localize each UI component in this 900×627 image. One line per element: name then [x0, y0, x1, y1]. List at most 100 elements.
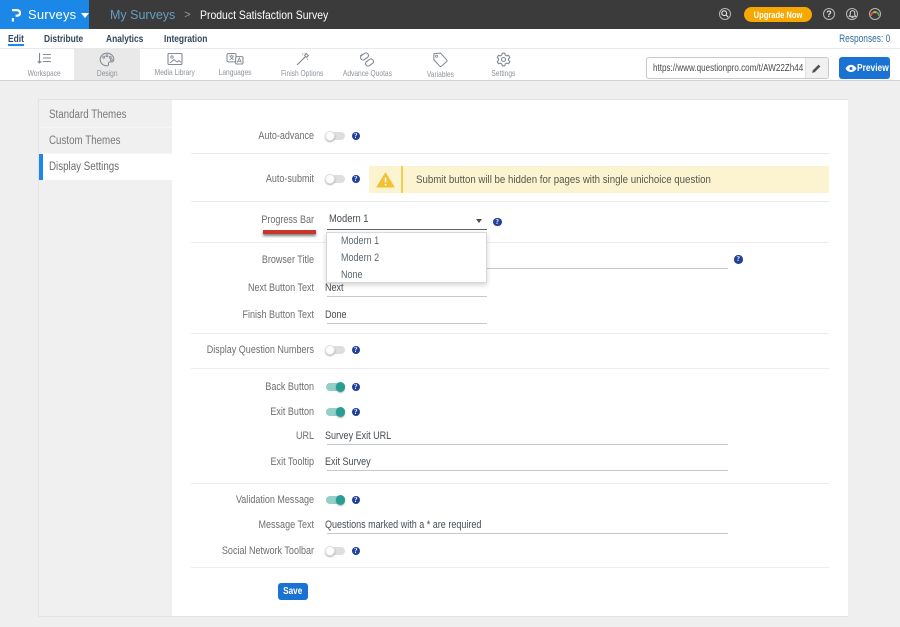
save-button-label: Save: [283, 586, 302, 597]
survey-url-field[interactable]: https://www.questionpro.com/t/AW22Zh44: [646, 57, 829, 79]
design-sidebar: Standard Themes Custom Themes Display Se…: [39, 100, 172, 616]
toolbar-item-finish-options[interactable]: Finish Options: [269, 49, 335, 80]
preview-button[interactable]: Preview: [839, 57, 890, 79]
responses-count[interactable]: Responses: 0: [839, 29, 890, 49]
module-nav: Edit Distribute Analytics Integration Re…: [0, 29, 900, 49]
sidebar-item-display-settings[interactable]: Display Settings: [39, 154, 172, 180]
search-button[interactable]: [719, 8, 731, 20]
toolbar-item-label: Advance Quotas: [342, 68, 391, 78]
input-underline: [327, 323, 487, 324]
design-toolbar: Workspace Design Media Library Languages: [0, 49, 900, 81]
back-button-toggle[interactable]: [325, 381, 346, 393]
progress-bar-value: Modern 1: [329, 213, 369, 225]
auto-submit-toggle[interactable]: [325, 173, 346, 185]
social-network-toolbar-label: Social Network Toolbar: [198, 541, 314, 561]
finish-button-text-input[interactable]: Done: [325, 305, 351, 325]
warning-divider: [401, 166, 403, 193]
help-button[interactable]: ?: [823, 8, 835, 20]
questionpro-logo-icon: [11, 8, 21, 22]
back-button-help-icon[interactable]: ?: [352, 383, 361, 392]
toolbar-item-label: Variables: [426, 69, 453, 79]
toolbar-item-label: Settings: [491, 68, 515, 78]
toolbar-item-advance-quotas[interactable]: Advance Quotas: [334, 49, 400, 80]
separator: [191, 242, 829, 243]
breadcrumb-separator-icon: >: [184, 9, 190, 21]
menu-option-modern-1[interactable]: Modern 1: [327, 233, 486, 250]
social-network-toolbar-toggle[interactable]: [325, 545, 346, 557]
page-title: Product Satisfaction Survey: [200, 8, 328, 22]
message-text-input[interactable]: Questions marked with a * are required: [325, 515, 516, 535]
social-network-toolbar-row: Social Network Toolbar ?: [172, 541, 848, 561]
exit-button-label: Exit Button: [198, 402, 314, 422]
progress-bar-label: Progress Bar: [198, 210, 314, 230]
display-settings-card: Standard Themes Custom Themes Display Se…: [38, 99, 848, 617]
sidebar-item-custom-themes[interactable]: Custom Themes: [39, 128, 172, 154]
toolbar-item-variables[interactable]: Variables: [407, 49, 473, 80]
product-caret-icon: [81, 13, 89, 18]
toolbar-item-label: Languages: [219, 67, 252, 77]
account-gauge-avatar[interactable]: [869, 8, 881, 20]
languages-icon: [226, 52, 244, 66]
auto-advance-row: Auto-advance ?: [172, 126, 848, 146]
input-underline: [327, 444, 728, 445]
browser-title-help-icon[interactable]: ?: [734, 255, 743, 264]
advance-quotas-icon: [359, 52, 375, 67]
save-button[interactable]: Save: [278, 583, 308, 600]
display-question-numbers-row: Display Question Numbers ?: [172, 340, 848, 360]
separator: [191, 153, 829, 154]
exit-button-help-icon[interactable]: ?: [352, 408, 361, 417]
separator: [191, 201, 829, 202]
validation-message-help-icon[interactable]: ?: [352, 496, 361, 505]
product-switcher-label: Surveys: [28, 7, 76, 22]
tab-edit[interactable]: Edit: [8, 29, 24, 49]
auto-advance-label: Auto-advance: [198, 126, 314, 146]
menu-option-modern-2[interactable]: Modern 2: [327, 250, 486, 267]
display-settings-panel: Auto-advance ? Auto-submit ?: [172, 100, 848, 616]
url-input[interactable]: Survey Exit URL: [325, 426, 406, 446]
finish-button-text-label: Finish Button Text: [198, 305, 314, 325]
edit-url-pencil-icon[interactable]: [811, 63, 822, 74]
tab-analytics[interactable]: Analytics: [106, 29, 143, 49]
tab-distribute[interactable]: Distribute: [44, 29, 83, 49]
validation-message-row: Validation Message ?: [172, 490, 848, 510]
toolbar-item-settings[interactable]: Settings: [470, 49, 536, 80]
notifications-button[interactable]: [846, 8, 858, 20]
toggle-knob: [336, 382, 346, 392]
browser-title-label: Browser Title: [198, 250, 314, 270]
menu-option-none[interactable]: None: [327, 267, 486, 284]
survey-url-value: https://www.questionpro.com/t/AW22Zh44: [653, 62, 803, 74]
auto-submit-help-icon[interactable]: ?: [352, 175, 361, 184]
auto-advance-toggle[interactable]: [325, 130, 346, 142]
progress-bar-help-icon[interactable]: ?: [493, 218, 502, 227]
brand-menu[interactable]: Surveys: [0, 0, 89, 29]
sidebar-item-standard-themes[interactable]: Standard Themes: [39, 102, 172, 128]
select-underline: [327, 229, 487, 230]
exit-tooltip-input[interactable]: Exit Survey: [325, 452, 381, 472]
settings-icon: [496, 52, 511, 67]
display-question-numbers-toggle[interactable]: [325, 344, 346, 356]
exit-button-toggle[interactable]: [325, 406, 346, 418]
page-background: Standard Themes Custom Themes Display Se…: [0, 81, 900, 627]
toolbar-item-workspace[interactable]: Workspace: [11, 49, 77, 80]
toggle-knob: [336, 407, 346, 417]
toolbar-item-design[interactable]: Design: [74, 49, 140, 80]
gauge-icon: [870, 9, 880, 19]
next-button-text-label: Next Button Text: [198, 278, 314, 298]
breadcrumb-parent[interactable]: My Surveys: [110, 8, 175, 22]
input-underline: [327, 470, 728, 471]
auto-advance-help-icon[interactable]: ?: [352, 132, 361, 141]
toolbar-item-media-library[interactable]: Media Library: [142, 49, 208, 80]
bell-icon: [848, 10, 857, 19]
toolbar-item-label: Finish Options: [281, 68, 323, 78]
finish-options-icon: [295, 52, 310, 67]
upgrade-now-button[interactable]: Upgrade Now: [744, 7, 812, 22]
tab-integration[interactable]: Integration: [164, 29, 207, 49]
exit-tooltip-row: Exit Tooltip Exit Survey: [172, 452, 848, 472]
toolbar-item-languages[interactable]: Languages: [202, 49, 268, 80]
progress-bar-select[interactable]: Modern 1: [327, 211, 487, 229]
url-label: URL: [198, 426, 314, 446]
next-button-text-row: Next Button Text Next: [172, 278, 848, 298]
social-network-toolbar-help-icon[interactable]: ?: [352, 547, 361, 556]
display-question-numbers-help-icon[interactable]: ?: [352, 346, 361, 355]
validation-message-toggle[interactable]: [325, 494, 346, 506]
